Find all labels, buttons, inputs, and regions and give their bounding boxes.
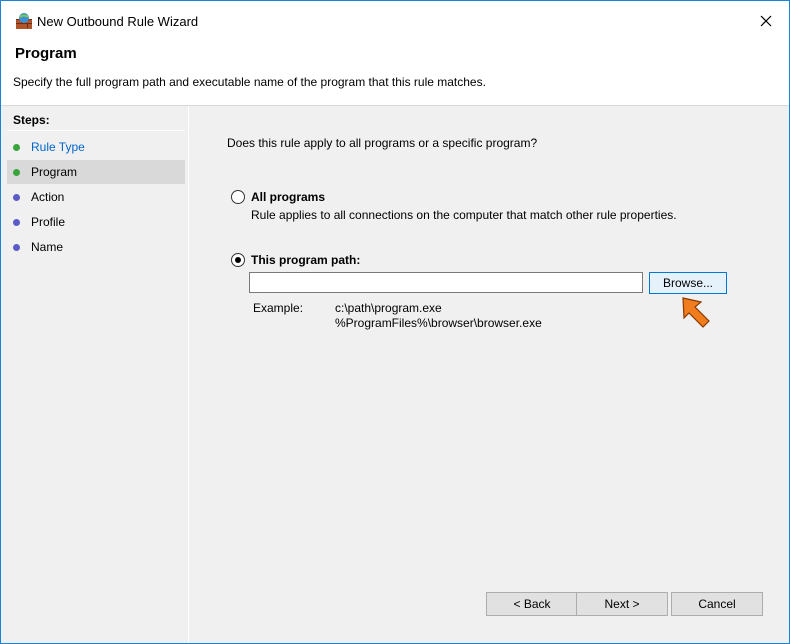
back-button[interactable]: < Back	[486, 592, 578, 616]
all-programs-description: Rule applies to all connections on the c…	[251, 208, 677, 222]
step-action: Action	[7, 185, 185, 209]
close-icon	[760, 15, 772, 27]
example-label: Example:	[253, 301, 304, 315]
next-button[interactable]: Next >	[576, 592, 668, 616]
step-label: Action	[31, 190, 65, 204]
browse-button[interactable]: Browse...	[649, 272, 727, 294]
step-profile: Profile	[7, 210, 185, 234]
wizard-body: Steps: Rule Type Program Action Profile …	[1, 106, 789, 643]
page-title: Program	[15, 45, 77, 62]
step-pending-icon	[13, 194, 20, 201]
step-label: Program	[31, 165, 78, 179]
example-path-1: c:\path\program.exe	[335, 301, 442, 315]
window-title: New Outbound Rule Wizard	[37, 14, 199, 29]
step-program[interactable]: Program	[7, 160, 185, 184]
cancel-button[interactable]: Cancel	[671, 592, 763, 616]
step-complete-icon	[13, 144, 20, 151]
all-programs-radio[interactable]	[231, 190, 245, 204]
wizard-header: Program Specify the full program path an…	[1, 41, 789, 106]
firewall-icon	[15, 12, 33, 30]
program-path-label[interactable]: This program path:	[251, 253, 360, 267]
main-content: Does this rule apply to all programs or …	[189, 106, 789, 643]
step-pending-icon	[13, 219, 20, 226]
step-pending-icon	[13, 244, 20, 251]
step-rule-type[interactable]: Rule Type	[7, 135, 185, 159]
steps-panel: Steps: Rule Type Program Action Profile …	[7, 106, 185, 643]
all-programs-label[interactable]: All programs	[251, 190, 325, 204]
steps-heading: Steps:	[13, 113, 50, 127]
step-label: Name	[31, 240, 64, 254]
wizard-window: New Outbound Rule Wizard Program Specify…	[0, 0, 790, 644]
step-current-icon	[13, 169, 20, 176]
question-text: Does this rule apply to all programs or …	[227, 136, 538, 150]
step-label: Rule Type	[31, 140, 85, 154]
page-description: Specify the full program path and execut…	[13, 75, 486, 89]
step-label: Profile	[31, 215, 66, 229]
example-path-2: %ProgramFiles%\browser\browser.exe	[335, 316, 542, 330]
program-path-input[interactable]	[249, 272, 643, 293]
steps-divider	[7, 130, 185, 131]
close-button[interactable]	[743, 1, 789, 41]
program-path-radio[interactable]	[231, 253, 245, 267]
step-name: Name	[7, 235, 185, 259]
pointer-arrow-icon	[682, 297, 710, 328]
title-bar: New Outbound Rule Wizard	[1, 1, 789, 41]
